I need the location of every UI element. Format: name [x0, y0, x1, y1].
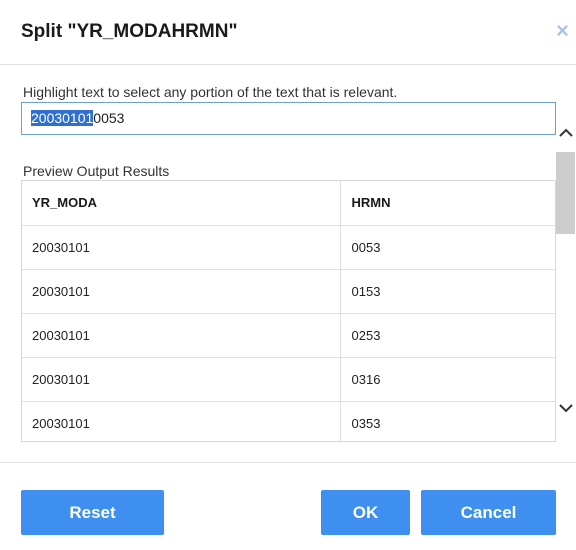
column-header-hrmn: HRMN	[340, 181, 555, 226]
preview-table: YR_MODA HRMN 20030101 0053 20030101 0153…	[21, 180, 556, 442]
instruction-text: Highlight text to select any portion of …	[23, 84, 398, 100]
table-header-row: YR_MODA HRMN	[22, 181, 555, 226]
dialog-title: Split "YR_MODAHRMN"	[21, 21, 238, 42]
table-cell: 20030101	[22, 225, 341, 270]
split-dialog: Split "YR_MODAHRMN" × Highlight text to …	[0, 0, 576, 550]
table-cell: 20030101	[22, 357, 341, 402]
table-row: 20030101 0153	[22, 269, 555, 314]
table-cell: 20030101	[22, 401, 341, 441]
preview-label: Preview Output Results	[23, 163, 170, 179]
table-row: 20030101 0316	[22, 357, 555, 402]
ok-button[interactable]: OK	[321, 490, 410, 535]
scroll-up-icon[interactable]	[556, 120, 576, 150]
table-row: 20030101 0353	[22, 401, 555, 441]
column-header-yr-moda: YR_MODA	[22, 181, 341, 226]
cancel-button[interactable]: Cancel	[421, 490, 556, 535]
table-cell: 0053	[340, 225, 555, 270]
table-cell: 0316	[340, 357, 555, 402]
table-cell: 0153	[340, 269, 555, 314]
footer-divider	[0, 462, 576, 463]
table-cell: 20030101	[22, 313, 341, 358]
split-text-field[interactable]: 200301010053	[21, 102, 556, 135]
unselected-text[interactable]: 0053	[93, 110, 124, 126]
table-cell: 0253	[340, 313, 555, 358]
scroll-down-icon[interactable]	[556, 395, 576, 425]
table-cell: 20030101	[22, 269, 341, 314]
dialog-header: Split "YR_MODAHRMN" ×	[0, 0, 576, 65]
close-icon[interactable]: ×	[556, 20, 576, 42]
table-row: 20030101 0253	[22, 313, 555, 358]
table-row: 20030101 0053	[22, 225, 555, 270]
scrollbar-thumb[interactable]	[556, 152, 575, 234]
vertical-scrollbar[interactable]	[556, 120, 576, 442]
reset-button[interactable]: Reset	[21, 490, 164, 535]
table-cell: 0353	[340, 401, 555, 441]
selected-text[interactable]: 20030101	[31, 110, 94, 126]
